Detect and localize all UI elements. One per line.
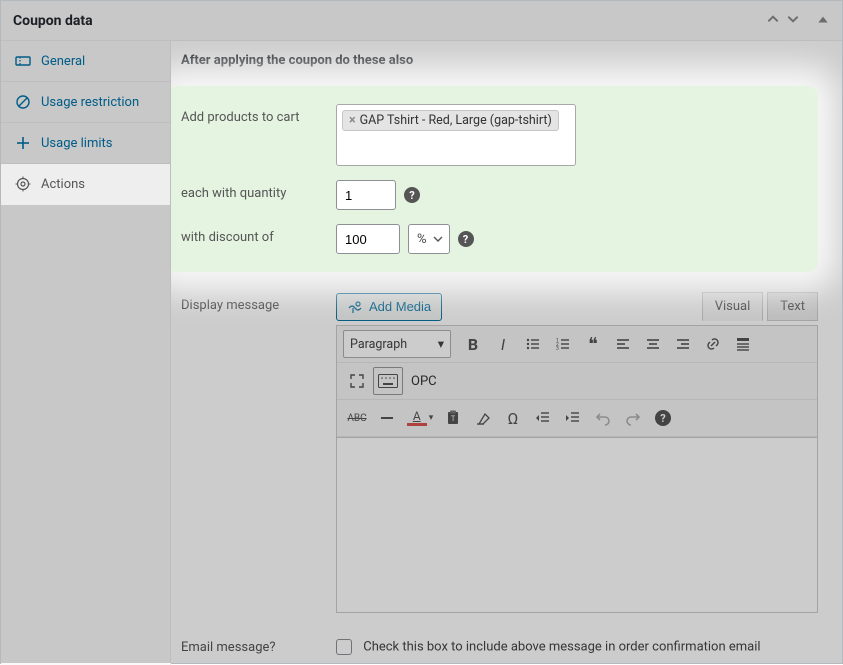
panel-header: Coupon data bbox=[1, 1, 842, 41]
tab-label: General bbox=[41, 54, 85, 69]
bullet-list-icon[interactable] bbox=[519, 330, 547, 358]
opc-button[interactable]: OPC bbox=[405, 374, 443, 389]
ticket-icon bbox=[15, 53, 31, 69]
tab-content-actions: After applying the coupon do these also … bbox=[171, 41, 842, 665]
tab-actions[interactable]: Actions bbox=[1, 164, 170, 205]
tab-usage-restriction[interactable]: Usage restriction bbox=[1, 82, 170, 123]
product-tag-label: GAP Tshirt - Red, Large (gap-tshirt) bbox=[360, 113, 552, 128]
row-quantity: each with quantity ? bbox=[181, 180, 802, 210]
bold-icon[interactable]: B bbox=[459, 330, 487, 358]
blockquote-icon[interactable]: ❝ bbox=[579, 330, 607, 358]
indent-icon[interactable] bbox=[559, 404, 587, 432]
label-quantity: each with quantity bbox=[181, 180, 336, 201]
email-checkbox-label: Check this box to include above message … bbox=[363, 639, 760, 654]
help-icon[interactable]: ? bbox=[404, 187, 420, 203]
add-media-button[interactable]: Add Media bbox=[336, 293, 442, 321]
section-heading: After applying the coupon do these also bbox=[181, 53, 818, 68]
discount-input[interactable] bbox=[336, 224, 400, 254]
toolbar-row-3: ABC A▾ T Ω ? bbox=[337, 400, 817, 437]
help-icon[interactable]: ? bbox=[458, 231, 474, 247]
caret-down-icon: ▾ bbox=[438, 336, 444, 352]
paragraph-select-label: Paragraph bbox=[350, 337, 407, 352]
editor-top-row: Add Media Visual Text bbox=[336, 292, 818, 321]
ban-icon bbox=[15, 94, 31, 110]
gear-icon bbox=[15, 176, 31, 192]
panel-header-controls bbox=[766, 12, 830, 30]
toolbar-row-1: Paragraph ▾ B I 123 ❝ bbox=[337, 326, 817, 363]
highlighted-settings: Add products to cart × GAP Tshirt - Red,… bbox=[171, 86, 818, 272]
toolbar-row-2: OPC bbox=[337, 363, 817, 400]
editor-tab-text[interactable]: Text bbox=[767, 292, 818, 321]
plus-icon bbox=[15, 135, 31, 151]
products-multiselect[interactable]: × GAP Tshirt - Red, Large (gap-tshirt) bbox=[336, 104, 576, 166]
editor-toolbars: Paragraph ▾ B I 123 ❝ bbox=[336, 325, 818, 437]
row-display-message: Display message Add Media Visual Text bbox=[181, 292, 818, 613]
media-icon bbox=[347, 299, 363, 315]
toolbar-toggle-icon[interactable] bbox=[729, 330, 757, 358]
editor-help-icon[interactable]: ? bbox=[649, 404, 677, 432]
panel-title: Coupon data bbox=[13, 13, 93, 29]
tab-usage-limits[interactable]: Usage limits bbox=[1, 123, 170, 164]
svg-text:3: 3 bbox=[556, 346, 559, 352]
numbered-list-icon[interactable]: 123 bbox=[549, 330, 577, 358]
label-add-products: Add products to cart bbox=[181, 104, 336, 125]
discount-unit-value: % bbox=[417, 232, 427, 247]
tab-general[interactable]: General bbox=[1, 41, 170, 82]
align-left-icon[interactable] bbox=[609, 330, 637, 358]
coupon-data-panel: Coupon data General bbox=[0, 0, 843, 664]
editor-mode-tabs: Visual Text bbox=[702, 292, 818, 321]
tab-label: Usage restriction bbox=[41, 95, 139, 110]
email-checkbox[interactable] bbox=[336, 639, 352, 655]
redo-icon[interactable] bbox=[619, 404, 647, 432]
link-icon[interactable] bbox=[699, 330, 727, 358]
row-add-products: Add products to cart × GAP Tshirt - Red,… bbox=[181, 104, 802, 166]
discount-unit-select[interactable]: % bbox=[408, 224, 450, 254]
strikethrough-icon[interactable]: ABC bbox=[343, 404, 371, 432]
row-email-message: Email message? Check this box to include… bbox=[181, 639, 818, 655]
tab-label: Usage limits bbox=[41, 136, 112, 151]
panel-move-down-icon[interactable] bbox=[786, 12, 800, 30]
settings-tabs: General Usage restriction Usage limits bbox=[1, 41, 171, 665]
chevron-down-icon bbox=[433, 234, 443, 244]
label-display-message: Display message bbox=[181, 292, 336, 313]
outdent-icon[interactable] bbox=[529, 404, 557, 432]
editor-tab-visual[interactable]: Visual bbox=[702, 292, 764, 321]
editor-content-area[interactable] bbox=[336, 437, 818, 613]
align-right-icon[interactable] bbox=[669, 330, 697, 358]
paragraph-select[interactable]: Paragraph ▾ bbox=[343, 330, 451, 358]
panel-move-up-icon[interactable] bbox=[766, 12, 780, 30]
special-char-icon[interactable]: Ω bbox=[499, 404, 527, 432]
tab-label: Actions bbox=[41, 177, 85, 192]
panel-body: General Usage restriction Usage limits bbox=[1, 41, 842, 665]
keyboard-icon[interactable] bbox=[373, 367, 403, 395]
add-media-label: Add Media bbox=[369, 299, 431, 314]
clear-formatting-icon[interactable] bbox=[469, 404, 497, 432]
quantity-input[interactable] bbox=[336, 180, 396, 210]
remove-tag-icon[interactable]: × bbox=[349, 113, 356, 128]
paste-text-icon[interactable]: T bbox=[439, 404, 467, 432]
align-center-icon[interactable] bbox=[639, 330, 667, 358]
undo-icon[interactable] bbox=[589, 404, 617, 432]
row-discount: with discount of % ? bbox=[181, 224, 802, 254]
italic-icon[interactable]: I bbox=[489, 330, 517, 358]
product-tag: × GAP Tshirt - Red, Large (gap-tshirt) bbox=[342, 110, 559, 131]
label-email-message: Email message? bbox=[181, 640, 336, 655]
text-color-icon[interactable]: A▾ bbox=[403, 404, 437, 432]
email-checkbox-field: Check this box to include above message … bbox=[336, 639, 761, 655]
fullscreen-icon[interactable] bbox=[343, 367, 371, 395]
label-discount: with discount of bbox=[181, 224, 336, 245]
panel-collapse-icon[interactable] bbox=[816, 12, 830, 30]
horizontal-rule-icon[interactable] bbox=[373, 404, 401, 432]
